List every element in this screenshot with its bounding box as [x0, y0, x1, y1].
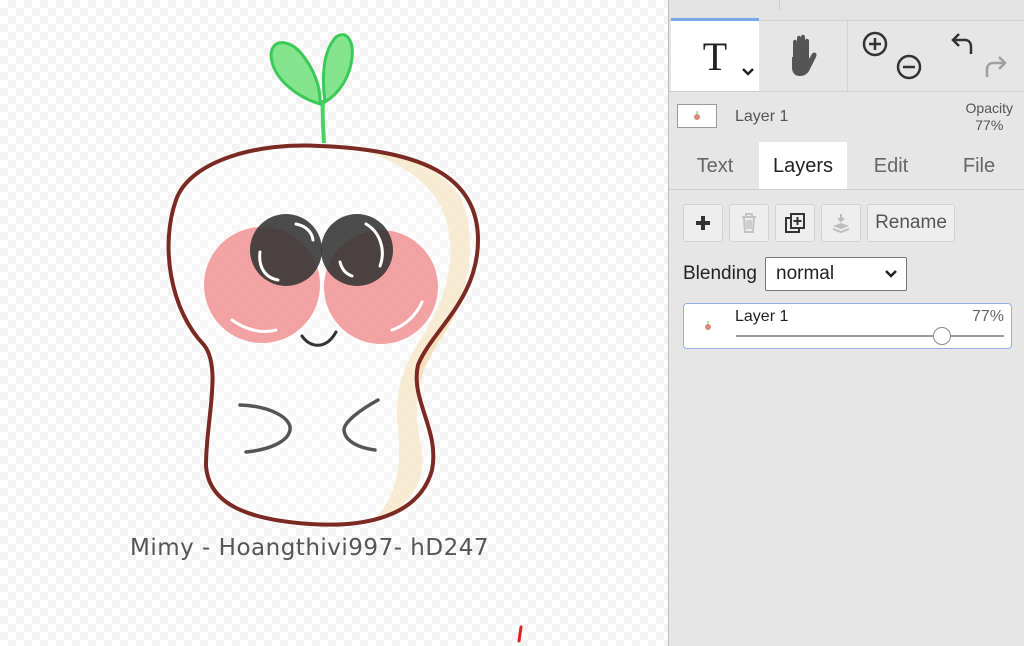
chevron-down-icon [885, 270, 897, 278]
thumbnail-image [694, 111, 700, 120]
layer-opacity-slider[interactable] [736, 327, 1004, 345]
panel-tabs: Text Layers Edit File [669, 142, 1024, 190]
redo-icon[interactable] [981, 52, 1011, 82]
opacity-readout: Opacity 77% [966, 100, 1013, 134]
layer-row-name: Layer 1 [735, 308, 789, 325]
tab-layers[interactable]: Layers [759, 142, 847, 190]
toolbar: T [669, 21, 1024, 91]
opacity-label: Opacity [965, 100, 1013, 116]
duplicate-layer-button[interactable] [775, 204, 815, 242]
slider-handle[interactable] [933, 327, 952, 345]
trash-icon [742, 213, 756, 233]
zoom-in-icon[interactable] [860, 29, 890, 59]
tab-text[interactable]: Text [671, 142, 759, 190]
blending-label: Blending [683, 263, 757, 284]
layer-list-item[interactable]: Layer 1 77% [683, 303, 1012, 349]
current-layer-info: Layer 1 Opacity 77% [669, 92, 1024, 140]
add-layer-button[interactable] [683, 204, 723, 242]
merge-down-button[interactable] [821, 204, 861, 242]
layer-row-opacity: 77% [971, 308, 1004, 325]
layer-thumbnail [677, 104, 717, 128]
merge-down-icon [832, 214, 850, 234]
blending-mode-select[interactable]: normal [765, 257, 907, 291]
rename-layer-button[interactable]: Rename [867, 204, 955, 242]
tab-file[interactable]: File [935, 142, 1023, 190]
opacity-value: 77% [975, 117, 1004, 133]
chevron-down-icon [742, 68, 754, 76]
drawing-canvas[interactable]: Mimy - Hoangthivi997- hD247 [0, 0, 668, 646]
zoom-tools [847, 21, 935, 91]
delete-layer-button[interactable] [729, 204, 769, 242]
text-tool-button[interactable]: T [671, 21, 759, 91]
plus-icon [696, 216, 710, 230]
history-tools [935, 21, 1024, 91]
tool-panel: T Layer 1 Opacity 77% Text Layers Edit F… [668, 0, 1024, 646]
zoom-out-icon[interactable] [894, 52, 924, 82]
tab-edit[interactable]: Edit [847, 142, 935, 190]
current-layer-name: Layer 1 [735, 108, 789, 125]
hand-tool-button[interactable] [759, 21, 847, 91]
hand-icon [792, 34, 817, 76]
blending-mode-value: normal [776, 263, 835, 284]
panel-top-strip [669, 0, 1024, 21]
text-tool-icon: T [702, 33, 728, 79]
thumbnail-image [705, 321, 711, 330]
artwork-caption: Mimy - Hoangthivi997- hD247 [130, 535, 489, 561]
layer-row-thumbnail [688, 314, 728, 338]
undo-icon[interactable] [947, 29, 977, 59]
duplicate-icon [785, 213, 805, 233]
